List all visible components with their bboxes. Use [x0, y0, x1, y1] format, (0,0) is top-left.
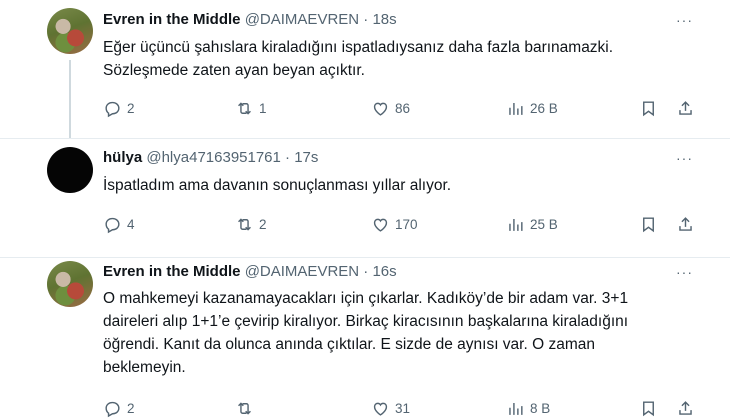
repost-icon [238, 101, 251, 115]
reply-button[interactable]: 2 [103, 97, 135, 119]
display-name[interactable]: Evren in the Middle [103, 11, 241, 28]
reply-button[interactable]: 2 [103, 397, 135, 419]
bookmark-button[interactable] [639, 397, 658, 419]
view-count: 25 B [530, 216, 558, 232]
tweet-text-line: öğrendi. Kanıt da olunca anında çıktılar… [103, 336, 595, 353]
views-button[interactable]: 25 B [506, 213, 558, 235]
tweet-text-line: beklemeyin. [103, 359, 186, 376]
bookmark-button[interactable] [639, 97, 658, 119]
tweet-header: Evren in the Middle @DAIMAEVREN · 16s [103, 263, 397, 280]
share-button[interactable] [676, 397, 695, 419]
reply-icon [105, 101, 120, 117]
share-icon [679, 400, 692, 415]
like-count: 170 [395, 216, 418, 232]
like-button[interactable]: 86 [371, 97, 410, 119]
like-button[interactable]: 170 [371, 213, 418, 235]
views-button[interactable]: 8 B [506, 397, 550, 419]
user-handle[interactable]: @hlya47163951761 [146, 149, 281, 166]
views-icon [509, 402, 523, 415]
reply-icon [105, 217, 120, 233]
tweet-text-line: Sözleşmede zaten ayan beyan açıktır. [103, 62, 365, 79]
repost-button[interactable]: 1 [235, 97, 267, 119]
share-button[interactable] [676, 97, 695, 119]
tweet[interactable]: Evren in the Middle @DAIMAEVREN · 18s ··… [0, 0, 730, 138]
bookmark-icon [643, 216, 654, 232]
heart-icon [373, 218, 388, 232]
heart-icon [373, 402, 388, 416]
reply-icon [105, 401, 120, 417]
repost-button[interactable] [235, 397, 259, 419]
tweet-text: Eğer üçüncü şahıslara kiraladığını ispat… [103, 36, 703, 82]
bookmark-icon [643, 100, 654, 116]
share-button[interactable] [676, 213, 695, 235]
separator-dot: · [285, 149, 291, 166]
display-name[interactable]: hülya [103, 149, 142, 166]
repost-icon [238, 217, 251, 231]
user-handle[interactable]: @DAIMAEVREN [245, 11, 359, 28]
heart-icon [373, 102, 388, 116]
view-count: 8 B [530, 400, 551, 416]
tweet-text-line: O mahkemeyi kazanamayacakları için çıkar… [103, 290, 629, 307]
view-count: 26 B [530, 100, 558, 116]
like-count: 86 [395, 100, 411, 116]
separator-dot: · [363, 11, 369, 28]
more-options-icon[interactable]: ··· [676, 264, 696, 280]
timestamp[interactable]: 17s [294, 149, 318, 166]
repost-count: 1 [259, 100, 267, 116]
repost-count: 2 [259, 216, 267, 232]
reply-button[interactable]: 4 [103, 213, 135, 235]
timestamp[interactable]: 18s [372, 11, 396, 28]
action-bar: 2 1 86 26 B [103, 97, 703, 119]
like-button[interactable]: 31 [371, 397, 410, 419]
avatar[interactable] [47, 147, 93, 193]
share-icon [679, 100, 692, 115]
avatar[interactable] [47, 261, 93, 307]
repost-icon [238, 401, 251, 415]
more-options-icon[interactable]: ··· [676, 12, 696, 28]
views-button[interactable]: 26 B [506, 97, 558, 119]
tweet-text: İspatladım ama davanın sonuçlanması yıll… [103, 174, 703, 197]
tweet[interactable]: hülya @hlya47163951761 · 17s ··· İspatla… [0, 139, 730, 257]
tweet[interactable]: Evren in the Middle @DAIMAEVREN · 16s ··… [0, 258, 730, 420]
repost-button[interactable]: 2 [235, 213, 267, 235]
separator-dot: · [363, 263, 369, 280]
timestamp[interactable]: 16s [372, 263, 396, 280]
like-count: 31 [395, 400, 411, 416]
reply-count: 2 [127, 400, 135, 416]
user-handle[interactable]: @DAIMAEVREN [245, 263, 359, 280]
tweet-header: Evren in the Middle @DAIMAEVREN · 18s [103, 11, 397, 28]
views-icon [509, 102, 523, 115]
more-options-icon[interactable]: ··· [676, 150, 696, 166]
tweet-text-line: daireleri alıp 1+1’e çevirip kiralıyor. … [103, 313, 629, 330]
views-icon [509, 218, 523, 231]
tweet-text-line: Eğer üçüncü şahıslara kiraladığını ispat… [103, 39, 614, 56]
share-icon [679, 216, 692, 231]
tweet-header: hülya @hlya47163951761 · 17s [103, 149, 318, 166]
tweet-text-line: İspatladım ama davanın sonuçlanması yıll… [103, 177, 452, 194]
reply-count: 4 [127, 216, 135, 232]
tweet-text: O mahkemeyi kazanamayacakları için çıkar… [103, 287, 703, 379]
action-bar: 2 31 8 B [103, 397, 703, 419]
bookmark-button[interactable] [639, 213, 658, 235]
action-bar: 4 2 170 25 B [103, 213, 703, 235]
avatar[interactable] [47, 8, 93, 54]
display-name[interactable]: Evren in the Middle [103, 263, 241, 280]
bookmark-icon [643, 400, 654, 416]
reply-count: 2 [127, 100, 135, 116]
